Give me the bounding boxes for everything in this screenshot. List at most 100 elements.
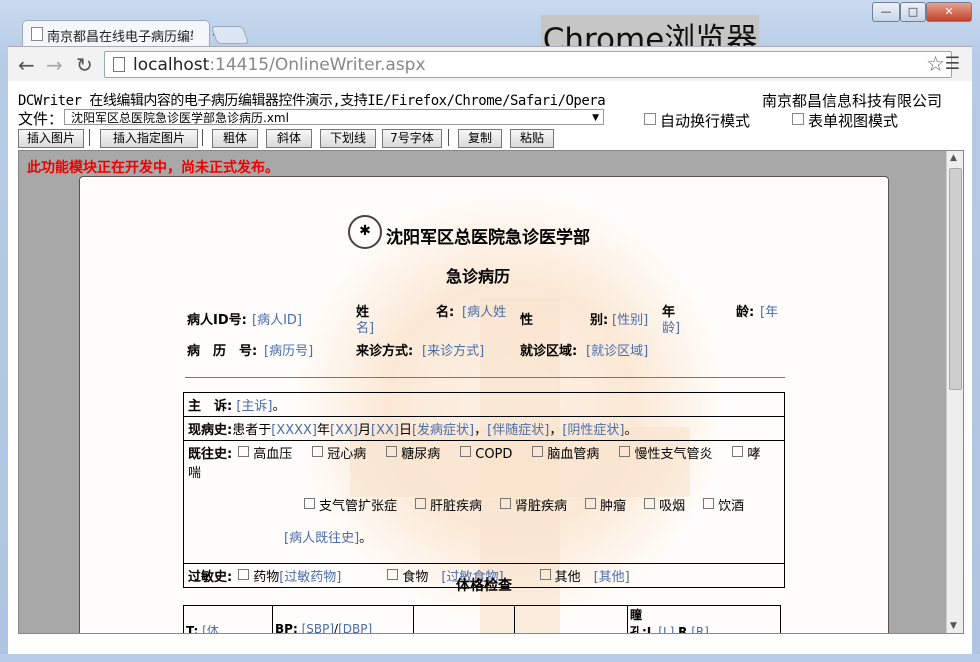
- past-history-label: 既往史:: [188, 447, 233, 462]
- maximize-button[interactable]: □: [900, 2, 926, 22]
- past-b-checkbox[interactable]: [703, 498, 715, 509]
- insert-image-button[interactable]: 插入图片: [18, 129, 84, 148]
- past-b-label: 肾脏疾病: [515, 499, 568, 514]
- sbp-field[interactable]: [SBP]: [302, 622, 334, 633]
- scroll-up-icon[interactable]: ▲: [950, 153, 957, 163]
- temperature-field[interactable]: [体: [202, 624, 219, 633]
- file-select-value: 沈阳军区总医院急诊医学部急诊病历.xml: [71, 111, 289, 125]
- sex-label: 别:: [590, 313, 609, 328]
- visit-mode-label: 来诊方式:: [356, 344, 414, 359]
- past-a-checkbox[interactable]: [732, 446, 744, 457]
- document-page[interactable]: ✱ 沈阳军区总医院急诊医学部 急诊病历 病人ID号: [病人ID] 姓 名: […: [79, 176, 889, 633]
- onset-year-field[interactable]: [XXXX]: [271, 423, 317, 438]
- past-b-checkbox[interactable]: [585, 498, 597, 509]
- chevron-down-icon: ▼: [592, 113, 599, 123]
- new-tab-button[interactable]: [210, 26, 250, 44]
- forward-arrow-icon[interactable]: →: [46, 53, 63, 77]
- past-a-label: 慢性支气管炎: [634, 447, 713, 462]
- italic-button[interactable]: 斜体: [266, 129, 312, 148]
- past-a-checkbox[interactable]: [619, 446, 631, 457]
- past-a-checkbox[interactable]: [532, 446, 544, 457]
- scrollbar-thumb[interactable]: [949, 168, 962, 390]
- present-text: 年: [317, 423, 331, 438]
- vertical-scrollbar[interactable]: ▲ ▼: [946, 151, 963, 633]
- past-a-label: 糖尿病: [401, 447, 441, 462]
- underline-button[interactable]: 下划线: [320, 129, 376, 148]
- paste-button[interactable]: 粘贴: [510, 129, 554, 148]
- bold-button[interactable]: 粗体: [212, 129, 258, 148]
- age-field[interactable]: 龄]: [662, 317, 680, 336]
- name-field[interactable]: 名]: [356, 317, 374, 336]
- exam-title: 体格检查: [456, 578, 512, 594]
- scroll-down-icon[interactable]: ▼: [950, 621, 957, 631]
- past-b-label: 支气管扩张症: [319, 499, 398, 514]
- document-title: 急诊病历: [446, 267, 511, 286]
- auto-wrap-label: 自动换行模式: [660, 112, 751, 130]
- form-view-checkbox[interactable]: 表单视图模式: [792, 110, 898, 131]
- back-arrow-icon[interactable]: ←: [18, 53, 35, 77]
- bookmark-star-icon[interactable]: ☆: [926, 52, 945, 76]
- sex-label: 性: [520, 313, 534, 328]
- past-a-checkbox[interactable]: [460, 446, 472, 457]
- allergy-other-field[interactable]: [其他]: [594, 570, 630, 585]
- negative-symptom-field[interactable]: [阴性症状]: [562, 423, 624, 438]
- past-b-checkbox[interactable]: [415, 498, 427, 509]
- record-no-label: 病 历 号:: [187, 344, 258, 359]
- menu-icon[interactable]: ☰: [945, 54, 960, 74]
- tab-title: 南京都昌在线电子病历编辑: [47, 30, 193, 45]
- exam-cell: [514, 605, 628, 633]
- complaint-field[interactable]: [主诉]: [236, 399, 272, 414]
- hospital-name: 沈阳军区总医院急诊医学部: [386, 228, 590, 248]
- allergy-drug-label: 药物: [253, 570, 280, 585]
- past-b-checkbox[interactable]: [304, 498, 315, 509]
- allergy-food-checkbox[interactable]: [387, 569, 399, 580]
- page-icon: [113, 57, 125, 72]
- past-a-checkbox[interactable]: [238, 446, 250, 457]
- divider: [185, 377, 785, 378]
- past-history-row: 既往史: 高血压 冠心病 糖尿病 COPD 脑血管病 慢性支气管炎 哮喘 支气管扩张症 肝脏疾病…: [183, 440, 785, 564]
- checkbox-box[interactable]: [644, 113, 656, 125]
- name-field[interactable]: [病人姓: [462, 301, 506, 320]
- minimize-button[interactable]: —: [872, 2, 900, 22]
- document-editor[interactable]: 此功能模块正在开发中，尚未正式发布。 ✱ 沈阳军区总医院急诊医学部 急诊病历 病…: [18, 150, 964, 634]
- present-text: 月: [357, 423, 371, 438]
- browser-window: 南京都昌在线电子病历编辑 × Chrome浏览器 — □ ✕ ← → ↻ loc…: [0, 0, 980, 662]
- file-select[interactable]: 沈阳军区总医院急诊医学部急诊病历.xml ▼: [64, 109, 604, 125]
- close-window-button[interactable]: ✕: [926, 2, 972, 22]
- present-text: 日: [398, 423, 412, 438]
- allergy-other-checkbox[interactable]: [539, 569, 551, 580]
- past-a-checkbox[interactable]: [312, 446, 324, 457]
- hospital-logo-icon: ✱: [348, 215, 382, 249]
- present-illness-label: 现病史:: [188, 423, 233, 438]
- record-no-field[interactable]: [病历号]: [264, 340, 313, 359]
- past-a-label: 冠心病: [327, 447, 367, 462]
- onset-day-field[interactable]: [XX]: [371, 423, 399, 438]
- pupil-left-field[interactable]: [L]: [658, 625, 674, 633]
- dbp-field[interactable]: [DBP]: [338, 622, 372, 633]
- age-field[interactable]: [年: [760, 301, 778, 320]
- checkbox-box[interactable]: [792, 113, 804, 125]
- allergy-drug-checkbox[interactable]: [238, 569, 250, 580]
- past-history-field[interactable]: [病人既往史]: [284, 531, 359, 546]
- visit-area-field[interactable]: [就诊区域]: [586, 340, 648, 359]
- font-size-7-button[interactable]: 7号字体: [382, 129, 442, 148]
- past-b-checkbox[interactable]: [644, 498, 656, 509]
- visit-mode-field[interactable]: [来诊方式]: [422, 340, 484, 359]
- sex-field[interactable]: [性别]: [612, 309, 648, 328]
- status-strip: [0, 654, 980, 662]
- past-a-checkbox[interactable]: [386, 446, 398, 457]
- browser-tab[interactable]: 南京都昌在线电子病历编辑 ×: [22, 20, 222, 47]
- auto-wrap-checkbox[interactable]: 自动换行模式: [644, 110, 750, 131]
- reload-icon[interactable]: ↻: [76, 53, 93, 77]
- accompanying-symptom-field[interactable]: [伴随症状]: [487, 423, 549, 438]
- pupil-right-field[interactable]: [R]: [691, 625, 709, 633]
- address-bar[interactable]: localhost:14415/OnlineWriter.aspx ☆: [104, 51, 952, 78]
- patient-id-field[interactable]: [病人ID]: [252, 309, 302, 328]
- past-b-checkbox[interactable]: [500, 498, 512, 509]
- allergy-drug-field[interactable]: [过敏药物]: [279, 570, 341, 585]
- onset-symptom-field[interactable]: [发病症状]: [412, 423, 474, 438]
- past-option-wrap: 喘: [188, 466, 202, 481]
- insert-specific-image-button[interactable]: 插入指定图片: [100, 129, 198, 148]
- onset-month-field[interactable]: [XX]: [330, 423, 358, 438]
- copy-button[interactable]: 复制: [458, 129, 502, 148]
